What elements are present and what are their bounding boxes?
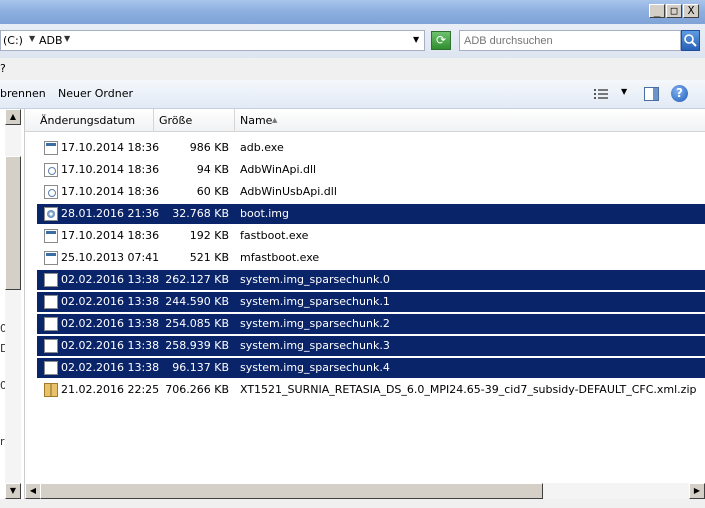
file-name[interactable]: system.img_sparsechunk.4 — [240, 361, 390, 374]
column-date[interactable]: Änderungsdatum — [40, 114, 135, 127]
status-bar — [0, 499, 705, 508]
view-options-dropdown-icon[interactable]: ▼ — [621, 87, 627, 96]
exe-file-icon — [44, 141, 58, 155]
file-name[interactable]: boot.img — [240, 207, 289, 220]
file-row[interactable]: 17.10.2014 18:36 192 KB fastboot.exe — [37, 226, 705, 246]
file-name[interactable]: adb.exe — [240, 141, 284, 154]
menu-item-help[interactable]: ? — [0, 62, 6, 75]
file-date: 21.02.2016 22:25 — [61, 383, 160, 396]
file-name[interactable]: AdbWinUsbApi.dll — [240, 185, 337, 198]
help-icon[interactable]: ? — [671, 85, 688, 102]
file-row[interactable]: 25.10.2013 07:41 521 KB mfastboot.exe — [37, 248, 705, 268]
close-button[interactable]: X — [683, 4, 699, 18]
address-row: (C:) ▼ ADB ▼ ▼ ⟳ — [0, 24, 705, 58]
file-file-icon — [44, 317, 58, 331]
file-file-icon — [44, 295, 58, 309]
preview-pane-icon[interactable] — [644, 87, 659, 101]
file-date: 02.02.2016 13:38 — [61, 273, 160, 286]
file-date: 02.02.2016 13:38 — [61, 317, 160, 330]
file-size: 32.768 KB — [172, 207, 229, 220]
file-date: 17.10.2014 18:36 — [61, 185, 160, 198]
nav-scroll-thumb[interactable] — [5, 156, 21, 290]
file-size: 96.137 KB — [172, 361, 229, 374]
file-file-icon — [44, 273, 58, 287]
search-input[interactable] — [464, 33, 674, 48]
window-controls: _ □ X — [649, 4, 699, 18]
file-size: 244.590 KB — [165, 295, 229, 308]
file-row[interactable]: 02.02.2016 13:38 262.127 KB system.img_spa… — [37, 270, 705, 290]
scroll-down-icon[interactable]: ▼ — [5, 483, 21, 499]
file-row[interactable]: 02.02.2016 13:38 96.137 KB system.img_spar… — [37, 358, 705, 378]
file-file-icon — [44, 361, 58, 375]
breadcrumb-folder[interactable]: ADB — [39, 34, 63, 47]
file-size: 262.127 KB — [165, 273, 229, 286]
file-row[interactable]: 02.02.2016 13:38 244.590 KB system.img_spa… — [37, 292, 705, 312]
file-size: 258.939 KB — [165, 339, 229, 352]
address-bar[interactable]: (C:) ▼ ADB ▼ ▼ — [0, 30, 425, 51]
scroll-left-icon[interactable]: ◀ — [25, 483, 41, 499]
file-date: 02.02.2016 13:38 — [61, 361, 160, 374]
sort-ascending-icon: ▲ — [272, 116, 278, 124]
file-name[interactable]: system.img_sparsechunk.0 — [240, 273, 390, 286]
exe-file-icon — [44, 229, 58, 243]
chevron-right-icon[interactable]: ▼ — [64, 34, 70, 43]
minimize-button[interactable]: _ — [649, 4, 665, 18]
search-icon[interactable] — [681, 30, 700, 51]
breadcrumb-drive[interactable]: (C:) — [3, 34, 23, 47]
file-name[interactable]: mfastboot.exe — [240, 251, 319, 264]
file-name[interactable]: system.img_sparsechunk.2 — [240, 317, 390, 330]
file-size: 986 KB — [189, 141, 229, 154]
dll-file-icon — [44, 185, 58, 199]
exe-file-icon — [44, 251, 58, 265]
chevron-right-icon[interactable]: ▼ — [29, 34, 35, 43]
file-date: 28.01.2016 21:36 — [61, 207, 160, 220]
menu-bar: ? — [0, 58, 705, 80]
file-row[interactable]: 28.01.2016 21:36 32.768 KB boot.img — [37, 204, 705, 224]
dll-file-icon — [44, 163, 58, 177]
scroll-right-icon[interactable]: ▶ — [689, 483, 705, 499]
file-name[interactable]: AdbWinApi.dll — [240, 163, 316, 176]
maximize-button[interactable]: □ — [666, 4, 682, 18]
file-date: 25.10.2013 07:41 — [61, 251, 160, 264]
file-name[interactable]: fastboot.exe — [240, 229, 308, 242]
zip-file-icon — [44, 383, 58, 397]
title-bar: _ □ X — [0, 0, 705, 24]
horizontal-scroll-thumb[interactable] — [40, 483, 543, 499]
column-name[interactable]: Name — [240, 114, 272, 127]
file-row[interactable]: 21.02.2016 22:25 706.266 KB XT1521_SURNIA_… — [37, 380, 705, 400]
file-date: 02.02.2016 13:38 — [61, 339, 160, 352]
file-date: 17.10.2014 18:36 — [61, 229, 160, 242]
file-name[interactable]: system.img_sparsechunk.3 — [240, 339, 390, 352]
file-size: 60 KB — [196, 185, 229, 198]
file-size: 254.085 KB — [165, 317, 229, 330]
scroll-up-icon[interactable]: ▲ — [5, 109, 21, 125]
command-toolbar: brennen Neuer Ordner ▼ ? — [0, 80, 705, 109]
img-file-icon — [44, 207, 58, 221]
file-row[interactable]: 02.02.2016 13:38 254.085 KB system.img_spa… — [37, 314, 705, 334]
column-divider[interactable] — [234, 109, 235, 131]
address-history-dropdown-icon[interactable]: ▼ — [413, 35, 419, 44]
file-size: 521 KB — [189, 251, 229, 264]
refresh-icon[interactable]: ⟳ — [431, 31, 451, 50]
file-size: 94 KB — [196, 163, 229, 176]
file-date: 17.10.2014 18:36 — [61, 163, 160, 176]
file-date: 02.02.2016 13:38 — [61, 295, 160, 308]
column-header: Änderungsdatum Größe Name ▲ — [25, 109, 705, 132]
burn-button[interactable]: brennen — [0, 87, 46, 100]
file-name[interactable]: XT1521_SURNIA_RETASIA_DS_6.0_MPI24.65-39… — [240, 383, 696, 396]
file-row[interactable]: 17.10.2014 18:36 986 KB adb.exe — [37, 138, 705, 158]
new-folder-button[interactable]: Neuer Ordner — [58, 87, 133, 100]
file-row[interactable]: 17.10.2014 18:36 94 KB AdbWinApi.dll — [37, 160, 705, 180]
file-size: 192 KB — [189, 229, 229, 242]
column-divider[interactable] — [153, 109, 154, 131]
file-size: 706.266 KB — [165, 383, 229, 396]
view-details-icon[interactable] — [594, 88, 608, 100]
search-box[interactable] — [459, 30, 681, 51]
file-file-icon — [44, 339, 58, 353]
file-date: 17.10.2014 18:36 — [61, 141, 160, 154]
file-name[interactable]: system.img_sparsechunk.1 — [240, 295, 390, 308]
file-row[interactable]: 02.02.2016 13:38 258.939 KB system.img_spa… — [37, 336, 705, 356]
file-row[interactable]: 17.10.2014 18:36 60 KB AdbWinUsbApi.dll — [37, 182, 705, 202]
column-size[interactable]: Größe — [159, 114, 192, 127]
